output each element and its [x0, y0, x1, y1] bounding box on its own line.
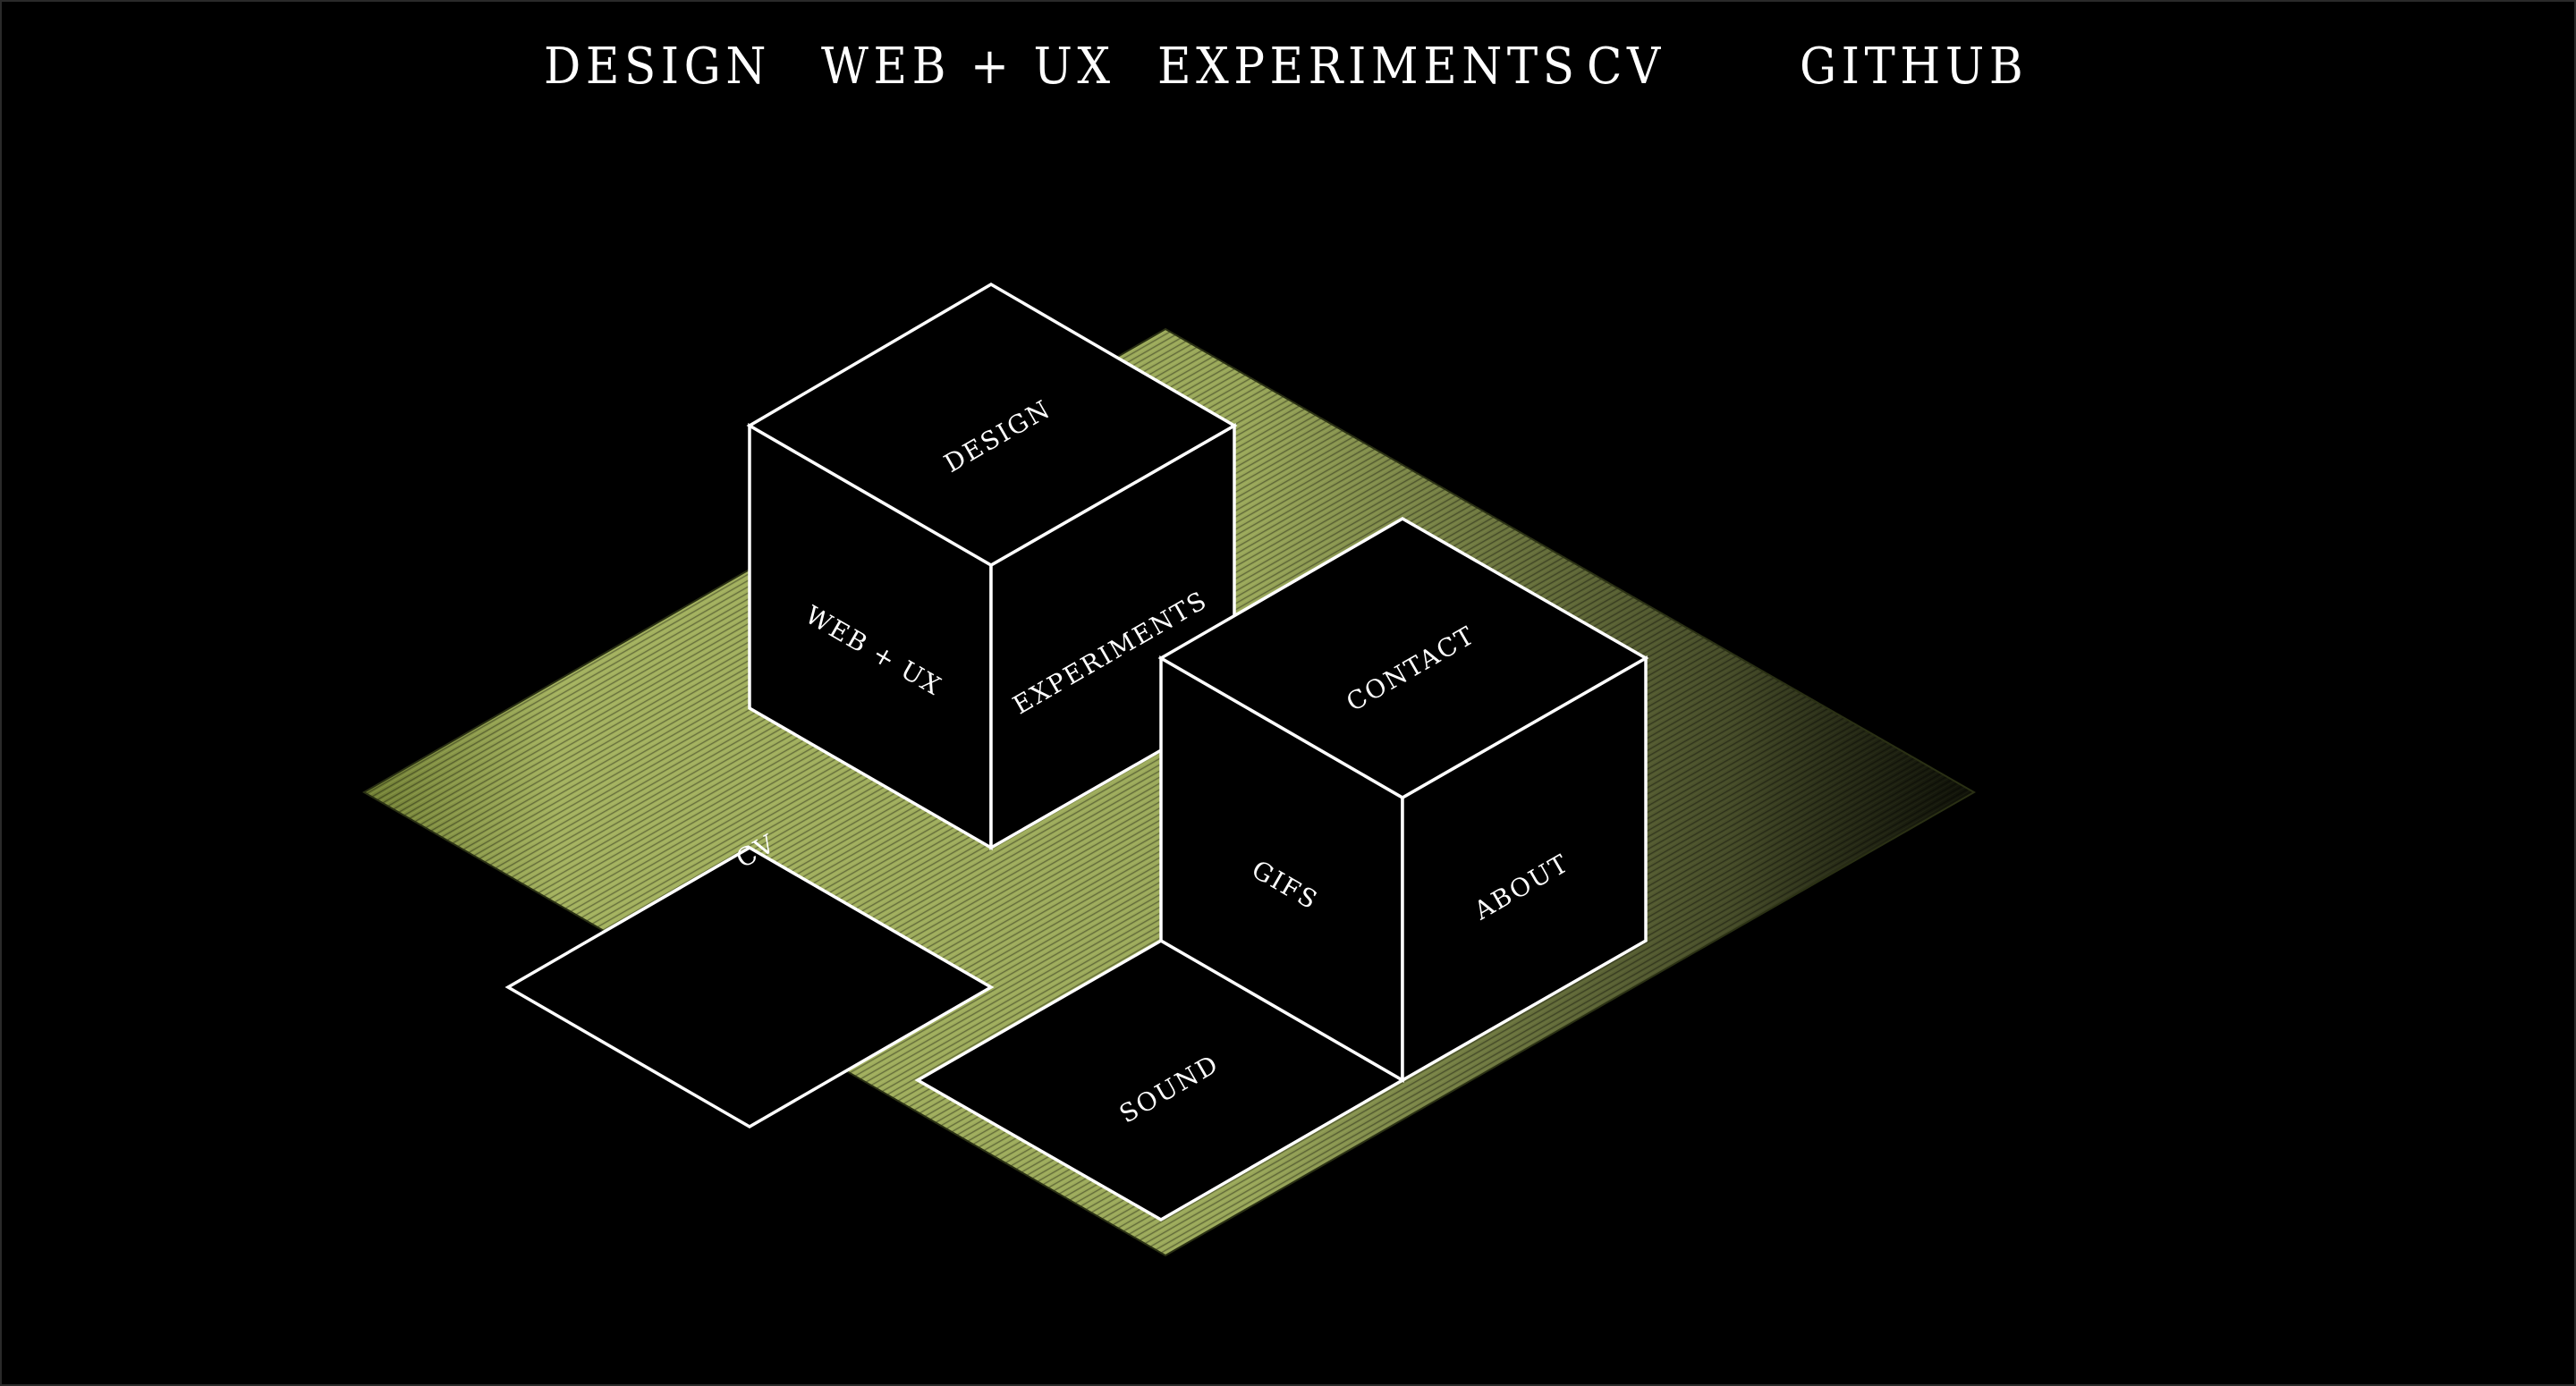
isometric-scene: CV DESIGN WEB + UX EXPERIMENTS SOUND CON…	[362, 282, 1977, 1257]
